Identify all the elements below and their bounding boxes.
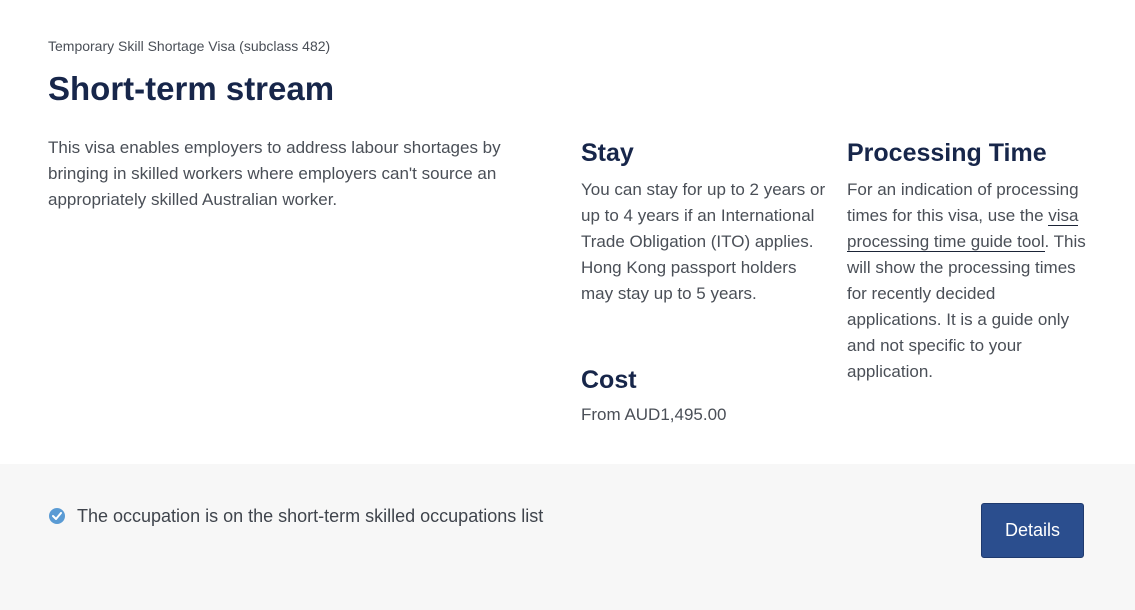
check-circle-icon: [49, 508, 65, 524]
processing-time-section: Processing Time For an indication of pro…: [847, 137, 1092, 385]
page-title: Short-term stream: [48, 70, 335, 107]
processing-text-after: . This will show the processing times fo…: [847, 232, 1086, 381]
visa-description: This visa enables employers to address l…: [48, 138, 501, 209]
processing-time-heading: Processing Time: [847, 139, 1047, 167]
occupation-status-bar: The occupation is on the short-term skil…: [0, 464, 1135, 610]
cost-heading: Cost: [581, 366, 637, 394]
processing-text-before: For an indication of processing times fo…: [847, 180, 1079, 225]
visa-subclass-label: Temporary Skill Shortage Visa (subclass …: [48, 38, 331, 54]
visa-summary: Temporary Skill Shortage Visa (subclass …: [0, 0, 1135, 464]
stay-section: Stay You can stay for up to 2 years or u…: [581, 137, 826, 307]
cost-text: From AUD1,495.00: [581, 405, 727, 424]
stay-text: You can stay for up to 2 years or up to …: [581, 180, 826, 303]
stay-heading: Stay: [581, 139, 634, 167]
details-button[interactable]: Details: [981, 503, 1084, 558]
processing-time-text: For an indication of processing times fo…: [847, 177, 1092, 385]
cost-section: Cost From AUD1,495.00: [581, 364, 826, 428]
occupation-status-text: The occupation is on the short-term skil…: [77, 506, 544, 526]
